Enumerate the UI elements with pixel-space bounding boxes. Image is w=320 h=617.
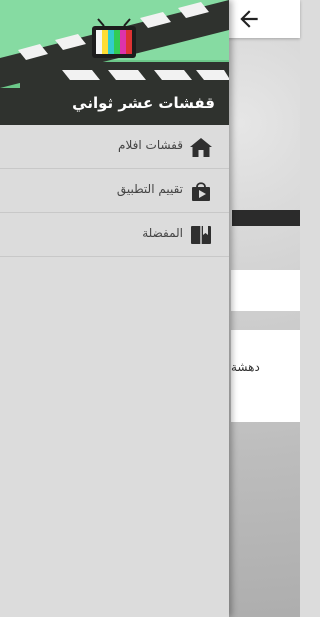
menu-item-rate-app[interactable]: تقييم التطبيق <box>0 169 229 213</box>
content-card[interactable] <box>231 270 300 311</box>
drawer-title: قفشات عشر ثواني <box>72 94 215 112</box>
navigation-drawer: قفشات عشر ثواني قفشات افلام تقييم التطبي… <box>0 0 229 617</box>
menu-item-label: قفشات افلام <box>118 138 183 152</box>
card-text: دهشة <box>231 360 260 374</box>
store-bag-icon <box>192 182 210 201</box>
drawer-menu: قفشات افلام تقييم التطبيق المفضلة <box>0 125 229 257</box>
bookmark-book-icon <box>191 226 211 244</box>
menu-item-label: تقييم التطبيق <box>116 182 183 196</box>
menu-item-favorites[interactable]: المفضلة <box>0 213 229 257</box>
content-card[interactable]: دهشة <box>231 330 300 422</box>
back-arrow-icon[interactable] <box>236 6 262 32</box>
menu-item-label: المفضلة <box>142 226 183 240</box>
menu-item-movie-quotes[interactable]: قفشات افلام <box>0 125 229 169</box>
home-icon <box>190 138 212 157</box>
dark-strip <box>232 210 300 226</box>
drawer-header: قفشات عشر ثواني <box>0 0 229 125</box>
